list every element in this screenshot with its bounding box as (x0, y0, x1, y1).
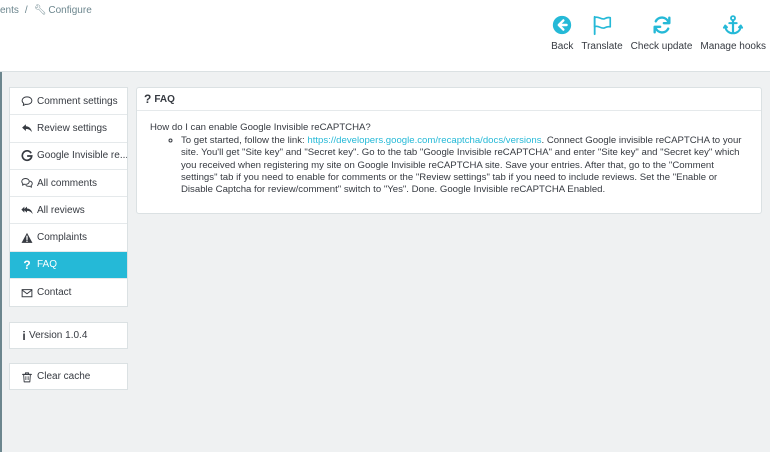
comments-icon (20, 176, 34, 190)
envelope-icon (20, 286, 34, 300)
clear-cache-button[interactable]: Clear cache (10, 364, 127, 389)
sidebar-item-label: Google Invisible re... (37, 150, 127, 162)
sidebar-item-contact[interactable]: Contact (10, 279, 127, 306)
question-icon: ? (144, 92, 152, 106)
check-update-button[interactable]: Check update (630, 14, 693, 52)
sidebar-item-faq[interactable]: ? FAQ (10, 251, 127, 280)
sidebar: Comment settings Review settings Google … (9, 87, 128, 391)
sidebar-item-all-comments[interactable]: All comments (10, 170, 127, 198)
wrench-icon: 🔧︎ (33, 5, 47, 16)
sidebar-item-label: FAQ (37, 259, 58, 271)
translate-label: Translate (581, 41, 623, 52)
toolbar-buttons: Back Translate Check update Manage hooks (543, 14, 766, 52)
back-button[interactable]: Back (551, 14, 573, 52)
faq-body: How do I can enable Google Invisible reC… (137, 111, 761, 196)
recaptcha-docs-link[interactable]: https://developers.google.com/recaptcha/… (307, 135, 541, 146)
faq-answer-list: To get started, follow the link: https:/… (150, 135, 748, 196)
trash-icon (20, 370, 34, 384)
panel-heading: ? FAQ (137, 88, 761, 111)
manage-hooks-label: Manage hooks (700, 41, 766, 52)
reply-all-icon (20, 203, 34, 217)
clear-cache-label: Clear cache (37, 371, 91, 383)
anchor-icon (723, 15, 744, 35)
version-info: i Version 1.0.4 (10, 323, 127, 348)
sidebar-item-google-invisible-recaptcha[interactable]: Google Invisible re... (10, 143, 127, 170)
breadcrumb-separator: / (24, 5, 28, 16)
sidebar-item-label: All comments (37, 177, 98, 189)
clear-cache-box: Clear cache (9, 363, 128, 391)
sidebar-item-label: Contact (37, 287, 72, 299)
faq-answer-prefix: To get started, follow the link: (181, 135, 308, 147)
sidebar-item-review-settings[interactable]: Review settings (10, 115, 127, 143)
page-header: ents / 🔧︎ Configure Back Translate Check… (0, 0, 770, 72)
warning-icon (20, 231, 34, 245)
sidebar-item-complaints[interactable]: Complaints (10, 224, 127, 252)
info-icon: i (22, 328, 26, 343)
sidebar-item-label: Review settings (37, 122, 108, 134)
sidebar-item-all-reviews[interactable]: All reviews (10, 197, 127, 225)
breadcrumb-parent[interactable]: ents (0, 5, 19, 16)
translate-button[interactable]: Translate (581, 14, 623, 52)
sidebar-item-label: All reviews (37, 204, 85, 216)
breadcrumb-current: Configure (48, 5, 92, 16)
version-box: i Version 1.0.4 (9, 322, 128, 350)
back-arrow-icon (553, 15, 572, 35)
google-icon (20, 149, 34, 163)
check-update-label: Check update (630, 41, 693, 52)
flag-icon (593, 15, 612, 36)
reply-icon (20, 121, 34, 135)
question-icon: ? (23, 257, 31, 272)
sidebar-menu: Comment settings Review settings Google … (9, 87, 128, 308)
sidebar-item-comment-settings[interactable]: Comment settings (10, 88, 127, 116)
faq-panel: ? FAQ How do I can enable Google Invisib… (136, 87, 762, 214)
faq-question: How do I can enable Google Invisible reC… (150, 122, 371, 133)
sidebar-item-label: Complaints (37, 232, 88, 244)
breadcrumb: ents / 🔧︎ Configure (0, 5, 92, 16)
back-label: Back (551, 41, 574, 52)
comment-icon (20, 94, 34, 108)
sidebar-item-label: Comment settings (37, 95, 118, 107)
panel-title: FAQ (154, 93, 175, 105)
faq-answer: To get started, follow the link: https:/… (181, 135, 748, 196)
version-label: Version 1.0.4 (29, 330, 88, 342)
manage-hooks-button[interactable]: Manage hooks (700, 14, 766, 52)
refresh-icon (653, 16, 671, 34)
